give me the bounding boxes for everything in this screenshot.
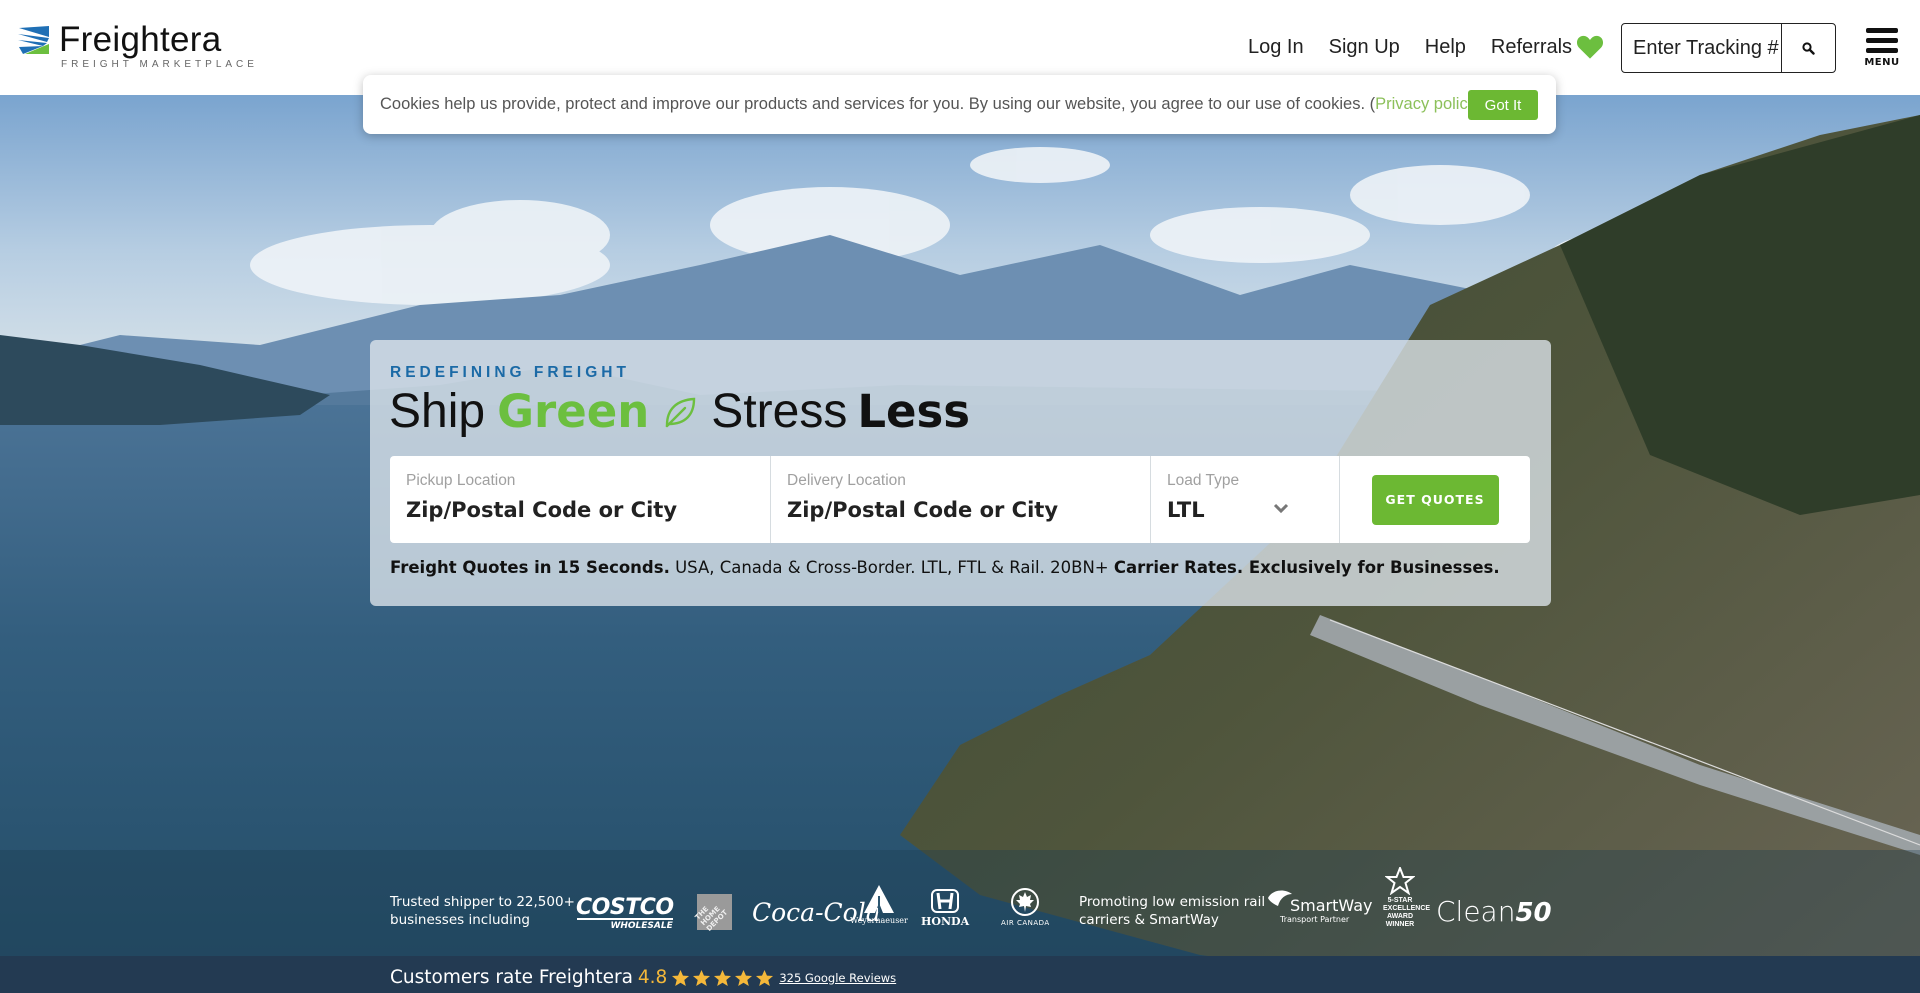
quote-card: REDEFINING FREIGHT Ship Green Stress Les… — [370, 340, 1551, 606]
honda-name: HONDA — [921, 915, 970, 928]
rating-score: 4.8 — [637, 967, 668, 988]
top-nav: Log In Sign Up Help Referrals — [1248, 34, 1604, 60]
delivery-field: Delivery Location — [771, 456, 1151, 543]
submit-cell: GET QUOTES — [1340, 456, 1530, 543]
headline-less: Less — [857, 385, 971, 438]
trusted-line-2: businesses including — [390, 912, 530, 928]
chevron-down-icon — [1273, 503, 1289, 514]
load-type-value: LTL — [1167, 498, 1205, 522]
trust-strip: Trusted shipper to 22,500+ businesses in… — [0, 850, 1920, 956]
cookie-text: Cookies help us provide, protect and imp… — [380, 95, 1376, 113]
nav-referrals[interactable]: Referrals — [1491, 34, 1604, 60]
rating-bar: Customers rate Freightera 4.8 325 Google… — [0, 956, 1920, 993]
five-star-award-text: 5-STAR EXCELLENCE AWARD WINNER — [1383, 897, 1431, 928]
headline-stress: Stress — [711, 385, 848, 438]
weyerhaeuser-logo: Weyerhaeuser — [850, 884, 908, 925]
hero-kicker: REDEFINING FREIGHT — [390, 364, 630, 381]
nav-help[interactable]: Help — [1425, 36, 1466, 59]
trusted-line-1: Trusted shipper to 22,500+ — [390, 894, 575, 910]
tracking-input[interactable] — [1622, 24, 1781, 72]
low-emission-line-2: carriers & SmartWay — [1079, 912, 1219, 928]
cookie-banner: Cookies help us provide, protect and imp… — [363, 75, 1556, 134]
logo-name: Freightera — [59, 20, 222, 59]
air-canada-name: AIR CANADA — [1001, 919, 1050, 927]
star-icon — [735, 969, 753, 986]
menu-label: MENU — [1864, 57, 1900, 68]
weyerhaeuser-name: Weyerhaeuser — [850, 916, 908, 925]
star-icon — [756, 969, 774, 986]
costco-logo: COSTCO WHOLESALE — [576, 895, 674, 932]
get-quotes-button[interactable]: GET QUOTES — [1371, 474, 1499, 525]
heart-icon — [1577, 35, 1604, 59]
costco-logo-text: COSTCO — [576, 895, 674, 920]
pickup-label: Pickup Location — [406, 472, 516, 489]
clean50-number: 50 — [1515, 898, 1552, 928]
load-type-label: Load Type — [1167, 472, 1240, 489]
rating-stars — [671, 969, 776, 987]
leaf-icon — [666, 397, 696, 427]
logo-tagline: FREIGHT MARKETPLACE — [61, 59, 258, 70]
hero-tagline: Freight Quotes in 15 Seconds. USA, Canad… — [390, 558, 1500, 577]
smartway-badge: SmartWay Transport Partner — [1266, 888, 1372, 924]
pickup-field: Pickup Location — [390, 456, 771, 543]
nav-log-in[interactable]: Log In — [1248, 36, 1304, 59]
menu-button[interactable]: MENU — [1863, 28, 1901, 68]
star-icon — [714, 969, 732, 986]
clean50-badge: Clean 50 — [1436, 895, 1552, 928]
rating-label: Customers rate Freightera — [390, 967, 633, 988]
delivery-input[interactable] — [787, 498, 1117, 522]
star-icon — [693, 969, 711, 986]
tagline-plain: USA, Canada & Cross-Border. LTL, FTL & R… — [669, 558, 1114, 577]
clean50-left-text: Clean — [1436, 895, 1516, 928]
headline-ship: Ship — [389, 385, 486, 438]
honda-mark-icon — [931, 889, 960, 913]
low-emission-line-1: Promoting low emission rail — [1079, 894, 1266, 910]
nav-sign-up[interactable]: Sign Up — [1329, 36, 1400, 59]
search-icon — [1802, 41, 1815, 55]
honda-logo: HONDA — [921, 888, 969, 928]
home-depot-logo: THE HOME DEPOT — [694, 894, 732, 933]
privacy-policy-link[interactable]: Privacy policy — [1375, 95, 1476, 113]
weyerhaeuser-mark-icon — [863, 885, 894, 913]
nav-referrals-label: Referrals — [1490, 35, 1573, 58]
cookie-message: Cookies help us provide, protect and imp… — [380, 95, 1481, 114]
low-emission-text: Promoting low emission rail carriers & S… — [1079, 893, 1265, 929]
headline-green: Green — [497, 385, 650, 438]
freightera-logo[interactable]: Freightera FREIGHT MARKETPLACE — [17, 22, 258, 70]
hero-section: REDEFINING FREIGHT Ship Green Stress Les… — [0, 95, 1920, 993]
smartway-subtitle: Transport Partner — [1280, 915, 1350, 924]
trusted-shipper-text: Trusted shipper to 22,500+ businesses in… — [390, 893, 575, 929]
cookie-accept-button[interactable]: Got It — [1468, 90, 1538, 120]
tagline-bold-1: Freight Quotes in 15 Seconds. — [390, 558, 670, 577]
hamburger-icon — [1863, 28, 1901, 53]
rating-summary: Customers rate Freightera 4.8 325 Google… — [390, 967, 896, 988]
tagline-bold-2: Carrier Rates. Exclusively for Businesse… — [1113, 558, 1500, 577]
air-canada-mark-icon — [1011, 888, 1040, 916]
quote-form: Pickup Location Delivery Location Load T… — [390, 456, 1530, 543]
star-icon — [672, 969, 690, 986]
delivery-label: Delivery Location — [787, 472, 906, 489]
logo-mark-icon — [18, 26, 49, 54]
tracking-search — [1621, 23, 1836, 73]
air-canada-logo: AIR CANADA — [1001, 887, 1050, 927]
five-star-award-badge: 5-STAR EXCELLENCE AWARD WINNER — [1383, 867, 1431, 929]
smartway-title: SmartWay — [1290, 896, 1373, 915]
home-depot-logo-text: THE HOME DEPOT — [693, 904, 730, 933]
tracking-search-button[interactable] — [1781, 24, 1835, 72]
pickup-input[interactable] — [406, 498, 736, 522]
hero-headline: Ship Green Stress Less — [389, 384, 970, 439]
load-type-select[interactable]: Load Type LTL — [1151, 456, 1340, 543]
costco-logo-subtext: WHOLESALE — [576, 918, 673, 931]
star-award-icon — [1385, 867, 1415, 895]
google-reviews-link[interactable]: 325 Google Reviews — [779, 971, 896, 985]
